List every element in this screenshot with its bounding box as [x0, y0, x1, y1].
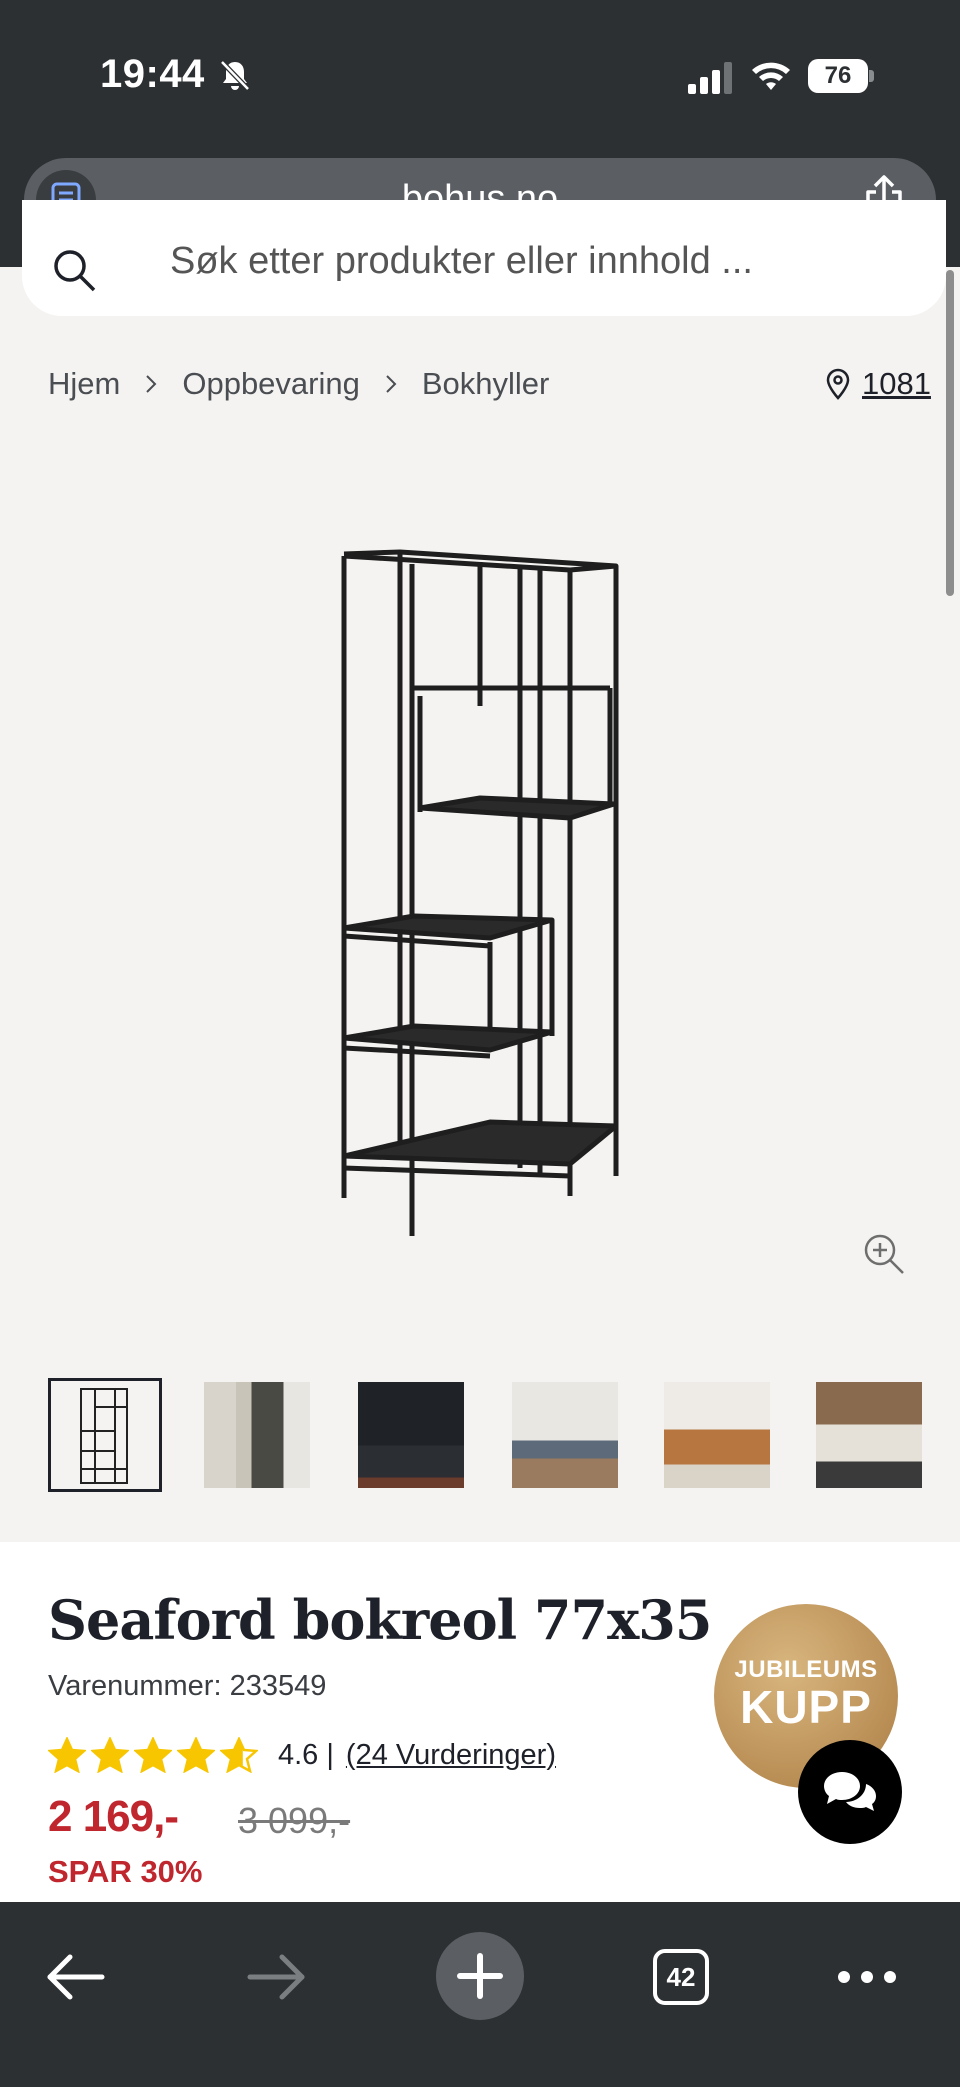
tabs-count: 42 [653, 1949, 709, 2005]
chevron-right-icon [360, 369, 422, 399]
thumbnail-2[interactable] [204, 1382, 310, 1488]
breadcrumb-item-oppbevaring[interactable]: Oppbevaring [182, 366, 360, 402]
forward-arrow-icon[interactable] [232, 1932, 322, 2022]
rating-value: 4.6 | [278, 1738, 334, 1771]
more-icon[interactable] [822, 1932, 912, 2022]
breadcrumb-item-home[interactable]: Hjem [48, 366, 120, 402]
wifi-icon [752, 62, 790, 90]
new-tab-button[interactable] [436, 1932, 524, 2020]
thumbnail-3[interactable] [358, 1382, 464, 1488]
search-icon [54, 250, 96, 292]
chevron-right-icon [120, 369, 182, 399]
plus-icon [457, 1953, 503, 1999]
star-icon [48, 1737, 86, 1773]
product-image[interactable] [330, 536, 630, 1248]
current-price: 2 169,- [48, 1792, 179, 1841]
browser-toolbar: 42 [0, 1902, 960, 2087]
savings-label: SPAR 30% [48, 1854, 203, 1889]
old-price: 3 099,- [238, 1800, 351, 1841]
battery-indicator: 76 [808, 59, 874, 93]
product-sku: Varenummer: 233549 [48, 1670, 327, 1702]
store-label[interactable]: 1081 [862, 366, 931, 402]
thumbnail-6[interactable] [816, 1382, 922, 1488]
tabs-button[interactable]: 42 [636, 1932, 726, 2022]
star-icon [177, 1737, 215, 1773]
rating-stars [48, 1737, 258, 1773]
star-icon [220, 1737, 258, 1773]
battery-level: 76 [808, 59, 868, 93]
thumbnail-5[interactable] [664, 1382, 770, 1488]
star-icon [134, 1737, 172, 1773]
store-selector[interactable]: 1081 [826, 364, 931, 404]
product-rating: 4.6 | (24 Vurderinger) [48, 1732, 556, 1778]
search-input[interactable]: Søk etter produkter eller innhold ... [170, 240, 753, 283]
badge-line2: KUPP [740, 1681, 872, 1733]
signal-icon [688, 62, 732, 94]
page-scrollbar[interactable] [946, 270, 954, 596]
status-time: 19:44 [100, 52, 205, 96]
chat-icon [824, 1772, 876, 1811]
location-pin-icon [826, 368, 850, 400]
chat-button[interactable] [798, 1740, 902, 1844]
breadcrumb-item-bokhyller[interactable]: Bokhyller [422, 366, 550, 402]
product-title: Seaford bokreol 77x35 [48, 1588, 712, 1652]
thumbnail-4[interactable] [512, 1382, 618, 1488]
breadcrumb: Hjem Oppbevaring Bokhyller [48, 364, 549, 404]
thumbnail-1[interactable] [48, 1378, 162, 1492]
thumbnail-strip [48, 1378, 922, 1492]
zoom-in-icon[interactable] [862, 1232, 906, 1276]
back-arrow-icon[interactable] [30, 1932, 120, 2022]
site-search-box[interactable]: Søk etter produkter eller innhold ... [22, 200, 946, 316]
battery-tip [869, 70, 874, 82]
bell-off-icon [220, 60, 250, 91]
reviews-link[interactable]: (24 Vurderinger) [346, 1739, 556, 1772]
star-icon [91, 1737, 129, 1773]
